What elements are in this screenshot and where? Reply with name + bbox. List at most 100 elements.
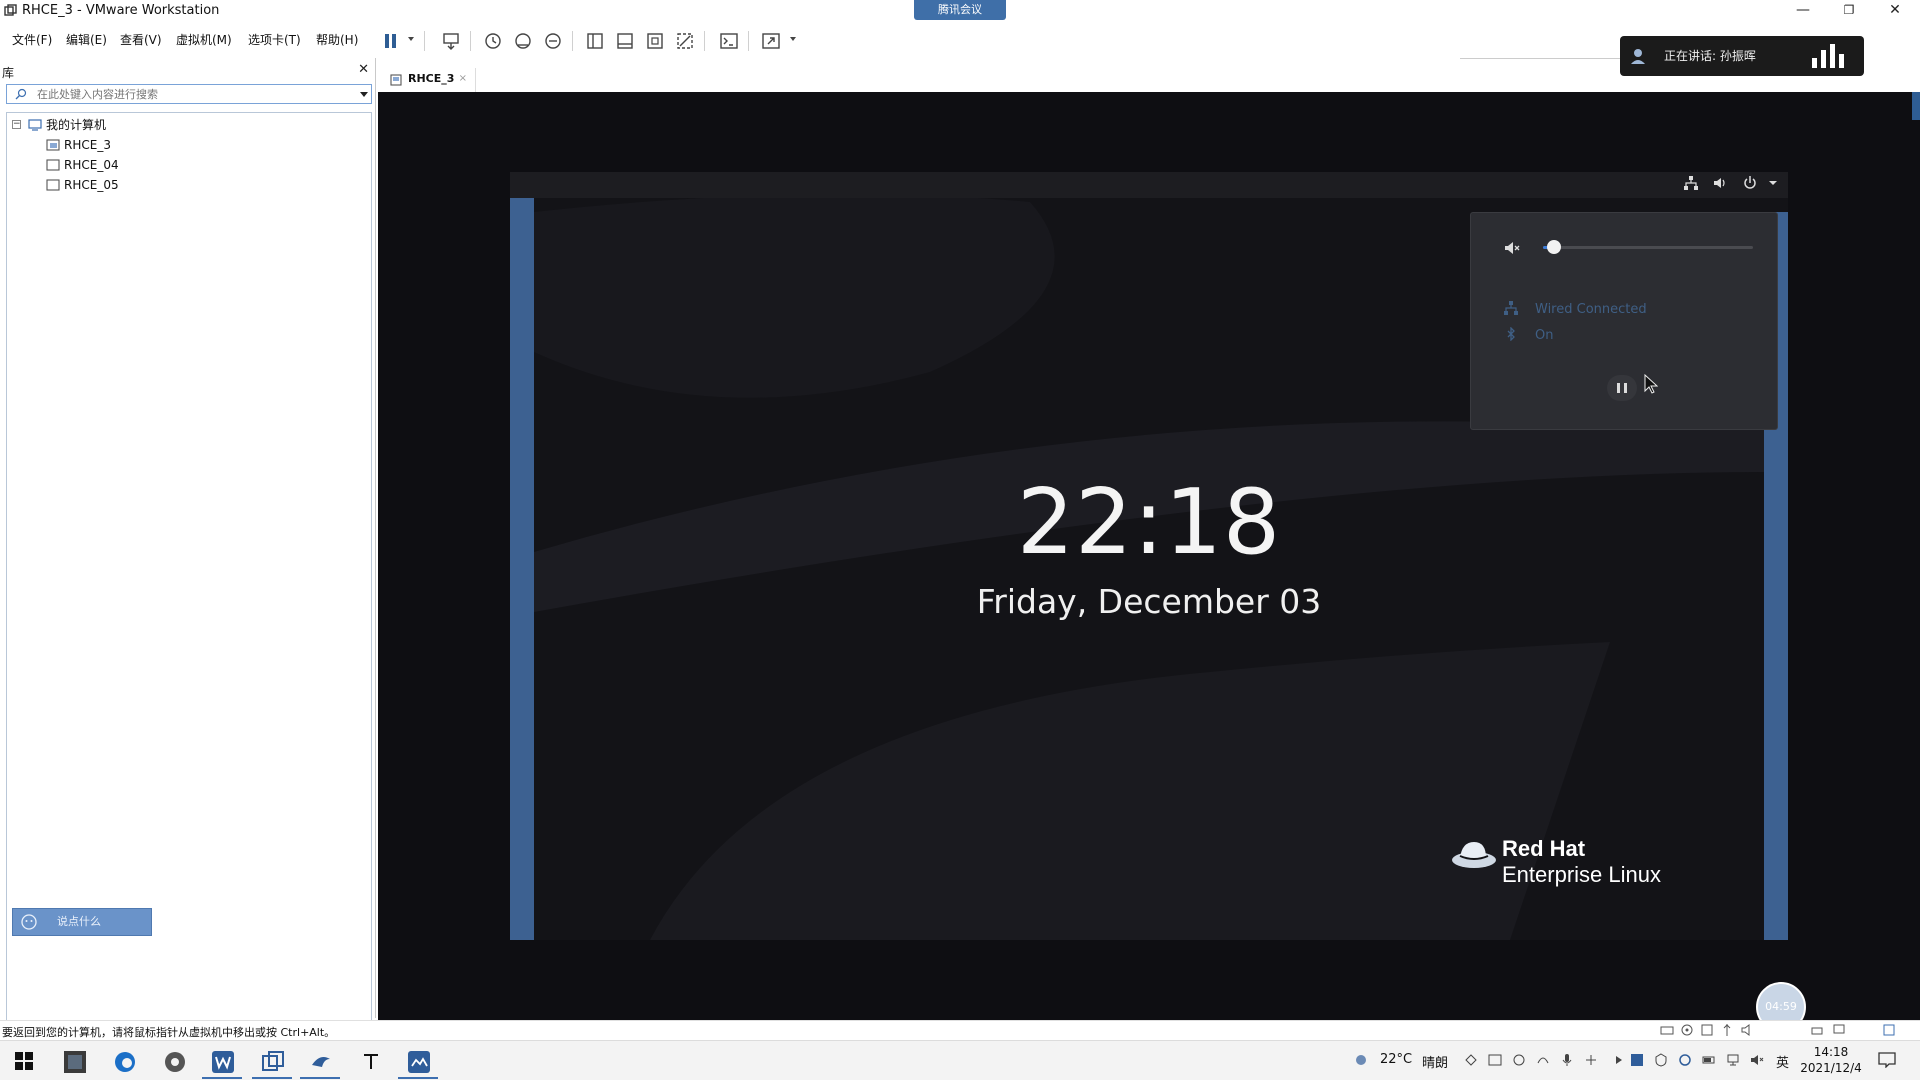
cd-device-icon[interactable] xyxy=(1680,1023,1694,1037)
vm-icon xyxy=(46,139,60,151)
taskbar-app-bird[interactable] xyxy=(300,1045,340,1079)
meeting-badge[interactable]: 腾讯会议 xyxy=(914,0,1006,20)
taskbar-date: 2021/12/4 xyxy=(1800,1061,1862,1075)
menu-vm[interactable]: 虚拟机(M) xyxy=(176,31,232,48)
menu-help[interactable]: 帮助(H) xyxy=(316,31,358,48)
network-tray-icon[interactable] xyxy=(1726,1053,1740,1067)
pause-vm-icon[interactable] xyxy=(380,30,402,52)
show-hidden-icons[interactable] xyxy=(1612,1053,1626,1067)
tray-app-icon[interactable] xyxy=(1488,1053,1502,1067)
taskbar-app-typora[interactable] xyxy=(350,1045,390,1079)
tray-app-icon[interactable] xyxy=(1654,1053,1668,1067)
network-icon[interactable] xyxy=(1683,175,1699,191)
full-screen-icon[interactable] xyxy=(644,30,666,52)
taskbar-time: 14:18 xyxy=(1813,1045,1849,1059)
taskbar-app-edge[interactable] xyxy=(104,1045,144,1079)
stretch-dropdown-icon[interactable] xyxy=(790,37,796,41)
menu-view[interactable]: 查看(V) xyxy=(120,31,162,48)
message-log-icon[interactable] xyxy=(1882,1023,1896,1037)
menu-file[interactable]: 文件(F) xyxy=(12,31,52,48)
library-close-button[interactable]: ✕ xyxy=(358,62,369,77)
tree-item-vm[interactable]: RHCE_05 xyxy=(46,176,119,194)
chrome-browser-icon xyxy=(165,1052,185,1072)
guest-lock-screen[interactable]: 22:18 Friday, December 03 Red Hat Enterp… xyxy=(510,172,1788,940)
pause-dropdown-icon[interactable] xyxy=(408,37,414,41)
tab-close-icon[interactable]: × xyxy=(459,68,467,90)
maximize-button[interactable]: ❐ xyxy=(1826,0,1872,22)
tree-item-my-computer[interactable]: 我的计算机 xyxy=(28,116,106,134)
mouse-cursor-icon xyxy=(1644,374,1658,394)
menu-tabs[interactable]: 选项卡(T) xyxy=(248,31,301,48)
start-button[interactable] xyxy=(4,1045,44,1079)
minimize-button[interactable]: — xyxy=(1780,0,1826,22)
vm-icon xyxy=(46,179,60,191)
tray-app-icon[interactable] xyxy=(1464,1053,1478,1067)
show-library-icon[interactable] xyxy=(584,30,606,52)
network-status-row[interactable]: Wired Connected xyxy=(1503,301,1647,317)
tree-collapse-icon[interactable]: − xyxy=(12,120,21,129)
taskbar-app-meeting[interactable] xyxy=(398,1045,438,1079)
volume-slider[interactable] xyxy=(1543,246,1753,249)
system-status-area[interactable] xyxy=(1673,175,1778,195)
close-button[interactable]: ✕ xyxy=(1872,0,1918,22)
power-icon[interactable] xyxy=(1742,175,1758,191)
search-dropdown-icon[interactable] xyxy=(360,92,368,97)
weather-icon[interactable] xyxy=(1354,1053,1368,1067)
bluetooth-status-row[interactable]: On xyxy=(1503,327,1553,343)
ask-button[interactable]: 说点什么 xyxy=(12,908,152,936)
snapshot-manager-icon[interactable] xyxy=(542,30,564,52)
show-thumbnail-bar-icon[interactable] xyxy=(614,30,636,52)
menu-arrow-icon[interactable] xyxy=(1768,178,1778,188)
bluetooth-status-label: On xyxy=(1535,328,1554,343)
usb-device-icon[interactable] xyxy=(1720,1023,1734,1037)
bluetooth-icon xyxy=(1507,327,1515,341)
network-status-label: Wired Connected xyxy=(1535,302,1647,317)
vm-icon xyxy=(46,159,60,171)
tree-item-vm[interactable]: RHCE_3 xyxy=(46,136,111,154)
tree-item-label: RHCE_05 xyxy=(64,178,119,192)
taskbar-app-chrome[interactable] xyxy=(154,1045,194,1079)
tray-app-icon[interactable] xyxy=(1584,1053,1598,1067)
tray-app-icon[interactable] xyxy=(1512,1053,1526,1067)
unity-mode-icon[interactable] xyxy=(674,30,696,52)
tray-app-icon[interactable] xyxy=(1678,1053,1692,1067)
sound-device-icon[interactable] xyxy=(1740,1023,1754,1037)
lock-clock: 22:18 xyxy=(1016,470,1282,575)
printer-device-icon[interactable] xyxy=(1810,1023,1824,1037)
tab-rhce3[interactable]: RHCE_3 × xyxy=(384,68,476,92)
taskbar-clock[interactable]: 14:18 2021/12/4 xyxy=(1798,1044,1864,1076)
title-bar: RHCE_3 - VMware Workstation 腾讯会议 — ❐ ✕ xyxy=(0,0,1920,22)
send-ctrl-alt-del-icon[interactable] xyxy=(440,30,462,52)
volume-muted-icon[interactable] xyxy=(1503,239,1521,257)
revert-snapshot-icon[interactable] xyxy=(512,30,534,52)
pause-media-button[interactable] xyxy=(1607,375,1637,401)
battery-icon[interactable] xyxy=(1702,1053,1716,1067)
display-device-icon[interactable] xyxy=(1832,1023,1846,1037)
vm-display[interactable]: 22:18 Friday, December 03 Red Hat Enterp… xyxy=(378,92,1920,1020)
search-input[interactable] xyxy=(37,86,337,102)
lock-date: Friday, December 03 xyxy=(976,582,1322,621)
taskbar-app-terminal[interactable] xyxy=(54,1045,94,1079)
microphone-icon[interactable] xyxy=(1560,1053,1574,1067)
hdd-device-icon[interactable] xyxy=(1660,1023,1674,1037)
weather-temp[interactable]: 22°C xyxy=(1380,1052,1412,1067)
library-search[interactable] xyxy=(6,84,372,104)
toolbar-separator xyxy=(424,31,425,51)
volume-muted-tray-icon[interactable] xyxy=(1750,1053,1764,1067)
notification-center-icon[interactable] xyxy=(1878,1052,1896,1068)
taskbar-app-wps[interactable] xyxy=(202,1045,242,1079)
taskbar-app-vmware[interactable] xyxy=(252,1045,292,1079)
volume-icon[interactable] xyxy=(1712,175,1728,191)
tray-app-icon[interactable] xyxy=(1630,1053,1644,1067)
input-method-indicator[interactable]: 英 xyxy=(1776,1052,1789,1071)
menu-edit[interactable]: 编辑(E) xyxy=(66,31,107,48)
console-view-icon[interactable] xyxy=(718,30,740,52)
snapshot-icon[interactable] xyxy=(482,30,504,52)
weather-desc[interactable]: 晴朗 xyxy=(1422,1052,1448,1071)
tray-app-icon[interactable] xyxy=(1536,1053,1550,1067)
network-adapter-icon[interactable] xyxy=(1700,1023,1714,1037)
typora-icon xyxy=(364,1054,378,1069)
tree-item-vm[interactable]: RHCE_04 xyxy=(46,156,119,174)
volume-slider-knob[interactable] xyxy=(1546,240,1561,254)
stretch-view-icon[interactable] xyxy=(760,30,782,52)
